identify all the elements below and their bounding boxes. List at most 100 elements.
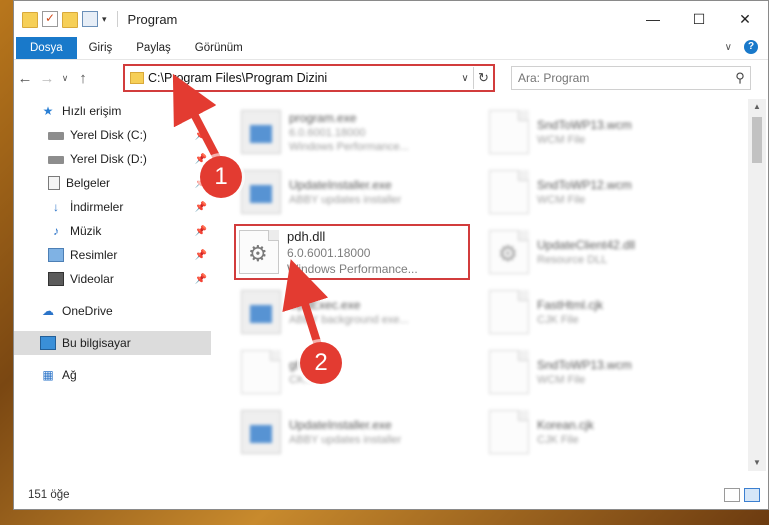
file-name: SndToWP13.wcm bbox=[537, 358, 632, 372]
sidebar-item-disk-c[interactable]: Yerel Disk (C:) 📌 bbox=[14, 123, 211, 147]
file-name: UpdExec.exe bbox=[289, 298, 361, 312]
list-item[interactable]: Korean.cjk CJK File bbox=[489, 403, 719, 461]
back-button[interactable]: ← bbox=[14, 70, 36, 87]
list-item[interactable]: ghl... CK... bbox=[241, 343, 471, 401]
tab-home[interactable]: Giriş bbox=[77, 37, 125, 59]
forward-button[interactable]: → bbox=[36, 70, 58, 87]
file-name: SndToWP12.wcm bbox=[537, 178, 632, 192]
installer-file-icon bbox=[241, 410, 281, 454]
properties-check-icon[interactable] bbox=[42, 11, 58, 27]
tab-share[interactable]: Paylaş bbox=[124, 37, 183, 59]
generic-file-icon bbox=[489, 110, 529, 154]
pin-icon[interactable]: 📌 bbox=[195, 202, 207, 213]
exe-file-icon bbox=[241, 290, 281, 334]
sidebar-item-label: İndirmeler bbox=[70, 200, 124, 214]
search-input[interactable] bbox=[518, 71, 730, 85]
address-path[interactable]: C:\Program Files\Program Dizini bbox=[148, 71, 457, 85]
sidebar-item-downloads[interactable]: ↓ İndirmeler 📌 bbox=[14, 195, 211, 219]
address-dropdown-icon[interactable]: ∨ bbox=[457, 73, 473, 84]
list-item[interactable]: UpdateInstaller.exe ABBY updates install… bbox=[241, 163, 471, 221]
list-item[interactable]: UpdateClient42.dll Resource DLL bbox=[489, 223, 719, 281]
navigation-bar: ← → ∨ ↑ C:\Program Files\Program Dizini … bbox=[14, 59, 768, 97]
sidebar-item-label: OneDrive bbox=[62, 304, 113, 318]
sidebar-item-onedrive[interactable]: ☁ OneDrive bbox=[14, 299, 211, 323]
list-item[interactable]: FastHtml.cjk CJK File bbox=[489, 283, 719, 341]
sidebar-item-pictures[interactable]: Resimler 📌 bbox=[14, 243, 211, 267]
disk-icon bbox=[48, 132, 64, 140]
file-description: Windows Performance... bbox=[289, 141, 409, 153]
refresh-icon[interactable]: ↻ bbox=[473, 67, 493, 89]
sidebar-item-music[interactable]: ♪ Müzik 📌 bbox=[14, 219, 211, 243]
highlighted-file-pdh-dll[interactable]: pdh.dll 6.0.6001.18000 Windows Performan… bbox=[234, 224, 470, 280]
sidebar-item-label: Bu bilgisayar bbox=[62, 336, 131, 350]
tiles-view-icon[interactable] bbox=[744, 488, 760, 502]
documents-icon bbox=[48, 176, 60, 190]
network-icon: ▦ bbox=[42, 368, 54, 382]
maximize-button[interactable]: ☐ bbox=[676, 1, 722, 37]
scroll-thumb[interactable] bbox=[752, 117, 762, 163]
details-view-icon[interactable] bbox=[724, 488, 740, 502]
file-name: FastHtml.cjk bbox=[537, 298, 603, 312]
tab-view[interactable]: Görünüm bbox=[183, 37, 255, 59]
computer-icon bbox=[40, 336, 56, 350]
help-icon[interactable]: ? bbox=[744, 40, 758, 54]
sidebar-item-label: Videolar bbox=[70, 272, 114, 286]
sidebar-item-label: Yerel Disk (C:) bbox=[70, 128, 147, 142]
sidebar-item-label: Yerel Disk (D:) bbox=[70, 152, 147, 166]
vertical-scrollbar[interactable]: ▲ ▼ bbox=[748, 99, 766, 471]
window-title: Program bbox=[127, 11, 178, 27]
window-controls: — ☐ ✕ bbox=[630, 1, 768, 37]
sidebar-item-label: Ağ bbox=[62, 368, 77, 382]
sidebar-item-quick-access[interactable]: ★ Hızlı erişim bbox=[14, 99, 211, 123]
generic-file-icon bbox=[241, 350, 281, 394]
sidebar-item-label: Resimler bbox=[70, 248, 118, 262]
pin-icon[interactable]: 📌 bbox=[195, 274, 207, 285]
view-switcher bbox=[724, 488, 760, 502]
list-item[interactable]: SndToWP12.wcm WCM File bbox=[489, 163, 719, 221]
up-button[interactable]: ↑ bbox=[72, 70, 94, 87]
recent-locations-icon[interactable]: ∨ bbox=[58, 73, 72, 84]
list-item[interactable]: UpdExec.exe ABBY background exe... bbox=[241, 283, 471, 341]
folder-icon bbox=[130, 72, 144, 84]
file-description: Windows Performance... bbox=[287, 261, 418, 276]
customize-icon[interactable] bbox=[82, 11, 98, 27]
file-version: 6.0.6001.18000 bbox=[287, 245, 371, 260]
file-list: program.exe 6.0.6001.18000 Windows Perfo… bbox=[211, 99, 748, 471]
folder-icon[interactable] bbox=[22, 12, 38, 28]
expand-ribbon-icon[interactable]: ∨ bbox=[725, 42, 732, 53]
qat-dropdown-icon[interactable]: ▾ bbox=[102, 14, 107, 25]
file-description: ABBY updates installer bbox=[289, 194, 402, 206]
file-type: Resource DLL bbox=[537, 254, 608, 266]
address-bar[interactable]: C:\Program Files\Program Dizini ∨ ↻ bbox=[123, 64, 495, 92]
search-box[interactable]: ⚲ bbox=[511, 66, 751, 90]
sidebar-item-this-pc[interactable]: Bu bilgisayar bbox=[14, 331, 211, 355]
file-name: UpdateInstaller.exe bbox=[289, 178, 392, 192]
sidebar-item-network[interactable]: ▦ Ağ bbox=[14, 363, 211, 387]
pin-icon[interactable]: 📌 bbox=[195, 250, 207, 261]
sidebar-item-documents[interactable]: Belgeler 📌 bbox=[14, 171, 211, 195]
tab-file[interactable]: Dosya bbox=[16, 37, 77, 59]
list-item[interactable]: SndToWP13.wcm WCM File bbox=[489, 343, 719, 401]
title-bar: ▾ Program — ☐ ✕ bbox=[14, 1, 768, 37]
ribbon-tabs: Dosya Giriş Paylaş Görünüm ∨ ? bbox=[14, 37, 768, 59]
list-item[interactable]: SndToWP13.wcm WCM File bbox=[489, 103, 719, 161]
installer-file-icon bbox=[241, 170, 281, 214]
close-button[interactable]: ✕ bbox=[722, 1, 768, 37]
quick-access-toolbar: ▾ Program bbox=[22, 10, 177, 28]
ribbon-right: ∨ ? bbox=[725, 40, 758, 54]
sidebar-item-videos[interactable]: Videolar 📌 bbox=[14, 267, 211, 291]
pin-icon[interactable]: 📌 bbox=[195, 226, 207, 237]
new-folder-icon[interactable] bbox=[62, 12, 78, 28]
sidebar-item-disk-d[interactable]: Yerel Disk (D:) 📌 bbox=[14, 147, 211, 171]
title-separator bbox=[116, 11, 118, 27]
pin-icon[interactable]: 📌 bbox=[195, 130, 207, 141]
minimize-button[interactable]: — bbox=[630, 1, 676, 37]
scroll-up-icon[interactable]: ▲ bbox=[748, 99, 766, 115]
scroll-down-icon[interactable]: ▼ bbox=[748, 455, 766, 471]
list-item[interactable]: UpdateInstaller.exe ABBY updates install… bbox=[241, 403, 471, 461]
list-item[interactable]: program.exe 6.0.6001.18000 Windows Perfo… bbox=[241, 103, 471, 161]
dll-file-icon bbox=[489, 230, 529, 274]
file-type: CJK File bbox=[537, 314, 579, 326]
cloud-icon: ☁ bbox=[42, 304, 54, 318]
